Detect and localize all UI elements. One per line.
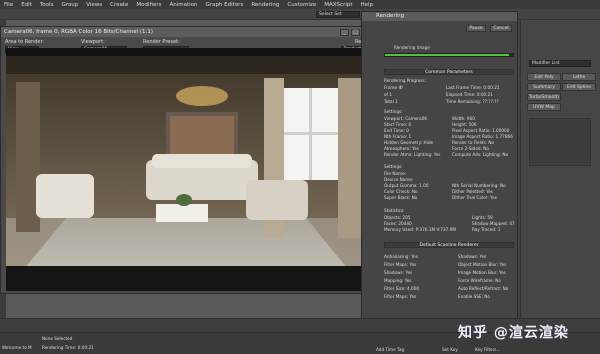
setting-left: Nth Frame: 1 bbox=[384, 134, 412, 139]
setting-right: Pixel Aspect Ratio: 1.00000 bbox=[452, 128, 510, 133]
edit-spline-button[interactable]: Edit Spline bbox=[562, 83, 596, 91]
setting-right: Image Aspect Ratio: 1.77866 bbox=[452, 134, 513, 139]
minimize-icon[interactable]: _ bbox=[340, 28, 349, 36]
cancel-button[interactable]: Cancel bbox=[490, 25, 512, 32]
stats-left: Memory Used: P:376.1M V:737.9M bbox=[384, 227, 456, 232]
setting-right: Force 2-Sided: No bbox=[452, 146, 489, 151]
maximize-icon[interactable]: □ bbox=[351, 28, 360, 36]
renderer-right: Enable SSE: No bbox=[458, 294, 490, 299]
setting-left: Hidden Geometry: Hide bbox=[384, 140, 434, 145]
rendering-progress-label: Rendering Progress: bbox=[384, 78, 426, 83]
uvw-map-button[interactable]: UVW Map bbox=[527, 103, 561, 111]
output-left: Color Check: No bbox=[384, 189, 418, 194]
common-parameters-header[interactable]: Common Parameters bbox=[384, 69, 514, 75]
pause-button[interactable]: Pause bbox=[466, 25, 486, 32]
selection-set-dropdown[interactable]: Select Set bbox=[316, 11, 360, 18]
setting-left: End Time: 0 bbox=[384, 128, 409, 133]
menu-tools[interactable]: Tools bbox=[40, 2, 54, 8]
output-right: Dither Paletted: Yes bbox=[452, 189, 493, 194]
app-menubar: File Edit Tools Group Views Create Modif… bbox=[0, 0, 600, 9]
stats-right: Shadow Mapped: 47 bbox=[472, 221, 515, 226]
setting-left: Atmosphere: Yes bbox=[384, 146, 419, 151]
setting-right: Compute Adv. Lighting: No bbox=[452, 152, 509, 157]
stats-left: Objects: 205 bbox=[384, 215, 411, 220]
render-preset-label: Render Preset: bbox=[143, 39, 180, 45]
renderer-left: Shadows: Yes bbox=[384, 270, 413, 275]
setting-left: Render Atmo: Lighting: Yes bbox=[384, 152, 441, 157]
renderer-right: Force Wireframe: No bbox=[458, 278, 501, 283]
maxscript-listener[interactable]: Welcome to M bbox=[2, 345, 32, 350]
output-left: File Name: bbox=[384, 171, 407, 176]
renderer-right: Shadows: Yes bbox=[458, 254, 487, 259]
menu-create[interactable]: Create bbox=[110, 2, 128, 8]
frame-number-value: 0 bbox=[400, 85, 403, 90]
elapsed-time: Elapsed Time: 0:00:21 bbox=[446, 92, 493, 97]
render-progress-bar bbox=[384, 53, 514, 57]
area-to-render-label: Area to Render: bbox=[5, 39, 45, 45]
renderer-left: Filter Size: 4.000 bbox=[384, 286, 420, 291]
selection-status: None Selected bbox=[42, 336, 73, 341]
renderer-left: Filter Maps: Yes bbox=[384, 262, 417, 267]
renderer-right: Auto Reflect/Refract: No bbox=[458, 286, 509, 291]
renderer-left: Antialiasing: Yes bbox=[384, 254, 418, 259]
statistics-label: Statistics: bbox=[384, 208, 405, 213]
setting-left: Start Time: 0 bbox=[384, 122, 412, 127]
renderer-right: Image Motion Blur: Yes bbox=[458, 270, 506, 275]
modifier-list-dropdown[interactable]: Modifier List bbox=[529, 60, 591, 67]
frame-of: of 1 bbox=[384, 92, 393, 97]
rendered-image bbox=[6, 48, 366, 291]
stats-left: Faces: 20440 bbox=[384, 221, 412, 226]
output-left: Output Gamma: 1.00 bbox=[384, 183, 429, 188]
menu-maxscript[interactable]: MAXScript bbox=[324, 2, 352, 8]
rendering-image-label: Rendering Image bbox=[394, 45, 430, 50]
menu-edit[interactable]: Edit bbox=[21, 2, 32, 8]
rendering-progress-window: Rendering Pause Cancel Rendering Image C… bbox=[361, 11, 518, 338]
setting-right: Width: 900 bbox=[452, 116, 475, 121]
menu-file[interactable]: File bbox=[4, 2, 13, 8]
setting-left: Viewport: Camera06 bbox=[384, 116, 428, 121]
key-filters-button[interactable]: Key Filters... bbox=[475, 347, 500, 352]
output-right: Nth Serial Numbering: No bbox=[452, 183, 506, 188]
render-progress-fill bbox=[385, 54, 510, 56]
modifier-stack[interactable] bbox=[529, 118, 591, 166]
set-key-button[interactable]: Set Key bbox=[442, 347, 458, 352]
menu-group[interactable]: Group bbox=[61, 2, 78, 8]
frame-total: Total 1 bbox=[384, 99, 398, 104]
summary-button[interactable]: Summary bbox=[527, 83, 561, 91]
renderer-right: Object Motion Blur: Yes bbox=[458, 262, 507, 267]
watermark: 知乎 @渲云渲染 bbox=[458, 325, 569, 341]
frame-window-titlebar[interactable]: Camera06, frame 0, RGBA Color 16 Bits/Ch… bbox=[1, 27, 371, 37]
time-remaining: Time Remaining: ??:??:?? bbox=[446, 99, 499, 104]
output-left: Super Black: No bbox=[384, 195, 418, 200]
menu-modifiers[interactable]: Modifiers bbox=[136, 2, 161, 8]
menu-graph-editors[interactable]: Graph Editors bbox=[206, 2, 244, 8]
lathe-button[interactable]: Lathe bbox=[562, 73, 596, 81]
output-settings-label: Settings: bbox=[384, 164, 403, 169]
frame-window-title: Camera06, frame 0, RGBA Color 16 Bits/Ch… bbox=[4, 29, 154, 35]
stats-right: Lights: 59 bbox=[472, 215, 493, 220]
renderer-left: Filter Maps: Yes bbox=[384, 294, 417, 299]
output-right: Dither True Color: Yes bbox=[452, 195, 497, 200]
menu-views[interactable]: Views bbox=[86, 2, 102, 8]
add-time-tag-button[interactable]: Add Time Tag bbox=[376, 347, 404, 352]
settings-label: Settings: bbox=[384, 109, 403, 114]
viewport-label: Viewport: bbox=[81, 39, 105, 45]
rendering-window-titlebar[interactable]: Rendering bbox=[362, 12, 517, 21]
menu-rendering[interactable]: Rendering bbox=[251, 2, 279, 8]
turbosmooth-button[interactable]: TurboSmooth bbox=[527, 93, 561, 101]
renderer-header[interactable]: Default Scanline Renderer bbox=[384, 242, 514, 248]
renderer-left: Mapping: Yes bbox=[384, 278, 412, 283]
setting-right: Render to Fields: No bbox=[452, 140, 495, 145]
stats-right: Ray Traced: 1 bbox=[472, 227, 501, 232]
output-left: Device Name: bbox=[384, 177, 414, 182]
rendering-time-status: Rendering Time: 0:00:21 bbox=[42, 345, 94, 350]
edit-poly-button[interactable]: Edit Poly bbox=[527, 73, 561, 81]
setting-right: Height: 506 bbox=[452, 122, 477, 127]
command-panel: Modifier List Edit Poly Lathe Summary Ed… bbox=[520, 20, 600, 320]
menu-animation[interactable]: Animation bbox=[170, 2, 198, 8]
menu-help[interactable]: Help bbox=[361, 2, 374, 8]
menu-customize[interactable]: Customize bbox=[287, 2, 316, 8]
last-frame-time: Last Frame Time: 0:00:21 bbox=[446, 85, 500, 90]
